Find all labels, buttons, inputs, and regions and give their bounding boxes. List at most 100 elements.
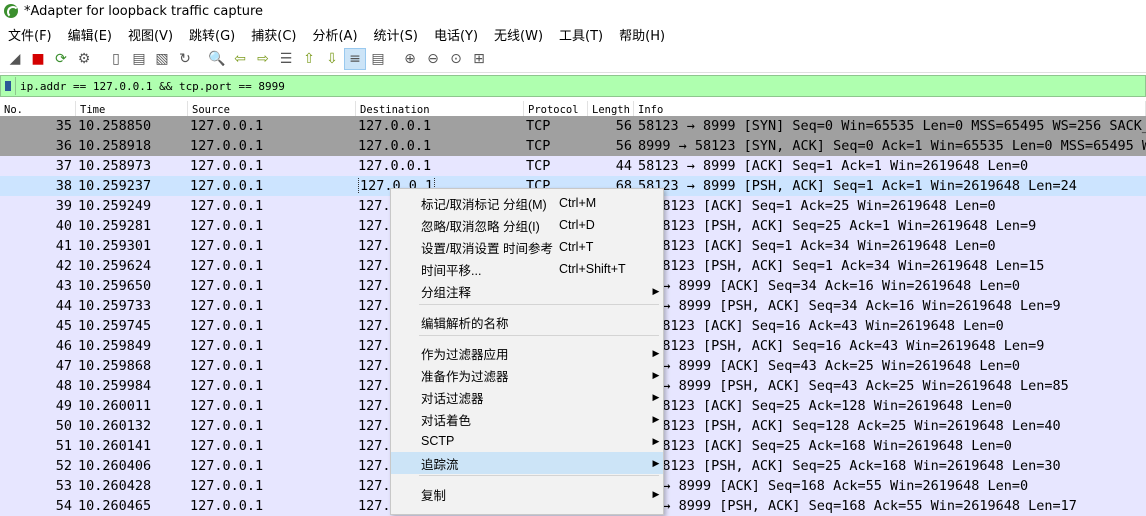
packet-no: 42 [55,258,72,274]
packet-time: 10.259984 [78,378,152,394]
packet-info: 58123 → 8999 [PSH, ACK] Seq=1 Ack=1 Win=… [638,178,1077,194]
menu-bar: 文件(F) 编辑(E) 视图(V) 跳转(G) 捕获(C) 分析(A) 统计(S) 电话(Y)… [0,22,1146,46]
submenu-arrow-icon: ▶ [652,347,660,358]
go-first-icon[interactable]: ⇧ [298,48,320,70]
close-file-icon[interactable]: ▧ [151,48,173,70]
packet-src: 127.0.0.1 [190,118,264,134]
toolbar-separator [390,48,398,70]
save-file-icon[interactable]: ▤ [128,48,150,70]
menu-item-7[interactable]: 电话(Y) [426,25,486,44]
find-packet-icon[interactable]: 🔍 [206,48,228,70]
packet-no: 44 [55,298,72,314]
go-back-icon[interactable]: ⇦ [229,48,251,70]
context-menu-item[interactable]: 追踪流 ▶ [391,452,663,474]
packet-info: → 58123 [PSH, ACK] Seq=16 Ack=43 Win=261… [638,338,1045,354]
stop-capture-icon[interactable]: ■ [27,48,49,70]
packet-src: 127.0.0.1 [190,158,264,174]
packet-info: → 58123 [ACK] Seq=25 Ack=168 Win=2619648… [638,438,1012,454]
menu-item-8[interactable]: 无线(W) [486,25,551,44]
menu-item-9[interactable]: 工具(T) [551,25,611,44]
menu-item-0[interactable]: 文件(F) [0,25,60,44]
packet-row[interactable]: 35 10.258850 127.0.0.1 127.0.0.1 TCP 56 58123 … [0,116,1146,136]
packet-row[interactable]: 37 10.258973 127.0.0.1 127.0.0.1 TCP 44 58123 … [0,156,1146,176]
menu-item-2[interactable]: 视图(V) [120,25,181,44]
context-menu-item[interactable]: 时间平移... Ctrl+Shift+T [391,258,663,280]
packet-len: 56 [615,118,632,134]
context-menu-label: 分组注释 [421,285,472,300]
submenu-arrow-icon: ▶ [652,391,660,402]
context-menu-item[interactable]: 忽略/取消忽略 分组(I) Ctrl+D [391,214,663,236]
menu-item-10[interactable]: 帮助(H) [611,25,673,44]
packet-time: 10.260406 [78,458,152,474]
context-menu-shortcut: Ctrl+M [559,196,597,210]
packet-time: 10.259281 [78,218,152,234]
packet-src: 127.0.0.1 [190,478,264,494]
packet-time: 10.258850 [78,118,152,134]
context-menu-item[interactable]: 对话着色 ▶ [391,408,663,430]
context-menu-label: 编辑解析的名称 [421,316,509,331]
packet-no: 51 [55,438,72,454]
packet-time: 10.259868 [78,358,152,374]
packet-info: 23 → 8999 [ACK] Seq=34 Ack=16 Win=261964… [638,278,1021,294]
context-menu-item[interactable]: 设置/取消设置 时间参考 Ctrl+T [391,236,663,258]
zoom-normal-icon[interactable]: ⊙ [445,48,467,70]
packet-time: 10.258973 [78,158,152,174]
shark-fin-start-icon[interactable]: ◢ [4,48,26,70]
display-filter-input[interactable] [20,79,1145,93]
context-menu-label: 设置/取消设置 时间参考 [421,241,553,256]
packet-info: → 58123 [PSH, ACK] Seq=25 Ack=168 Win=26… [638,458,1061,474]
submenu-arrow-icon: ▶ [652,369,660,380]
zoom-out-icon[interactable]: ⊖ [422,48,444,70]
context-menu-label: 追踪流 [421,457,459,472]
menu-item-3[interactable]: 跳转(G) [181,25,243,44]
packet-src: 127.0.0.1 [190,198,264,214]
packet-info: 23 → 8999 [ACK] Seq=168 Ack=55 Win=26196… [638,478,1029,494]
packet-src: 127.0.0.1 [190,398,264,414]
context-menu-item[interactable]: 复制 ▶ [391,483,663,505]
reload-file-icon[interactable]: ↻ [174,48,196,70]
context-menu-item[interactable]: 编辑解析的名称 [391,311,663,333]
toolbar-separator [96,48,104,70]
packet-src: 127.0.0.1 [190,358,264,374]
context-menu-item[interactable]: 准备作为过滤器 ▶ [391,364,663,386]
packet-no: 49 [55,398,72,414]
packet-info: → 58123 [PSH, ACK] Seq=128 Ack=25 Win=26… [638,418,1061,434]
packet-src: 127.0.0.1 [190,338,264,354]
packet-no: 38 [55,178,72,194]
packet-dst: 127.0.0.1 [358,158,432,174]
display-filter-bar [0,75,1146,97]
capture-options-icon[interactable]: ⚙ [73,48,95,70]
packet-no: 54 [55,498,72,514]
packet-time: 10.259237 [78,178,152,194]
submenu-arrow-icon: ▶ [652,413,660,424]
packet-time: 10.259650 [78,278,152,294]
colorize-icon[interactable]: ▤ [367,48,389,70]
go-last-icon[interactable]: ⇩ [321,48,343,70]
packet-no: 46 [55,338,72,354]
open-file-icon[interactable]: ▯ [105,48,127,70]
resize-columns-icon[interactable]: ⊞ [468,48,490,70]
context-menu-item[interactable]: 对话过滤器 ▶ [391,386,663,408]
context-menu-item[interactable]: 作为过滤器应用 ▶ [391,342,663,364]
context-menu-item[interactable]: SCTP ▶ [391,430,663,452]
submenu-arrow-icon: ▶ [652,285,660,296]
packet-src: 127.0.0.1 [190,298,264,314]
zoom-in-icon[interactable]: ⊕ [399,48,421,70]
packet-info: 23 → 8999 [ACK] Seq=43 Ack=25 Win=261964… [638,358,1021,374]
packet-src: 127.0.0.1 [190,258,264,274]
menu-item-5[interactable]: 分析(A) [304,25,365,44]
packet-row[interactable]: 36 10.258918 127.0.0.1 127.0.0.1 TCP 56 8999 →… [0,136,1146,156]
menu-item-4[interactable]: 捕获(C) [243,25,304,44]
go-to-packet-icon[interactable]: ☰ [275,48,297,70]
context-menu-item[interactable]: 标记/取消标记 分组(M) Ctrl+M [391,192,663,214]
window-title: *Adapter for loopback traffic capture [24,3,264,19]
restart-capture-icon[interactable]: ⟳ [50,48,72,70]
context-menu-shortcut: Ctrl+D [559,218,595,232]
menu-item-6[interactable]: 统计(S) [366,25,426,44]
go-forward-icon[interactable]: ⇨ [252,48,274,70]
menu-item-1[interactable]: 编辑(E) [60,25,120,44]
filter-bookmark-icon[interactable] [1,77,16,95]
auto-scroll-icon[interactable]: ≡ [344,48,366,70]
context-menu-item[interactable]: 分组注释 ▶ [391,280,663,302]
context-menu-label: SCTP [421,434,455,448]
